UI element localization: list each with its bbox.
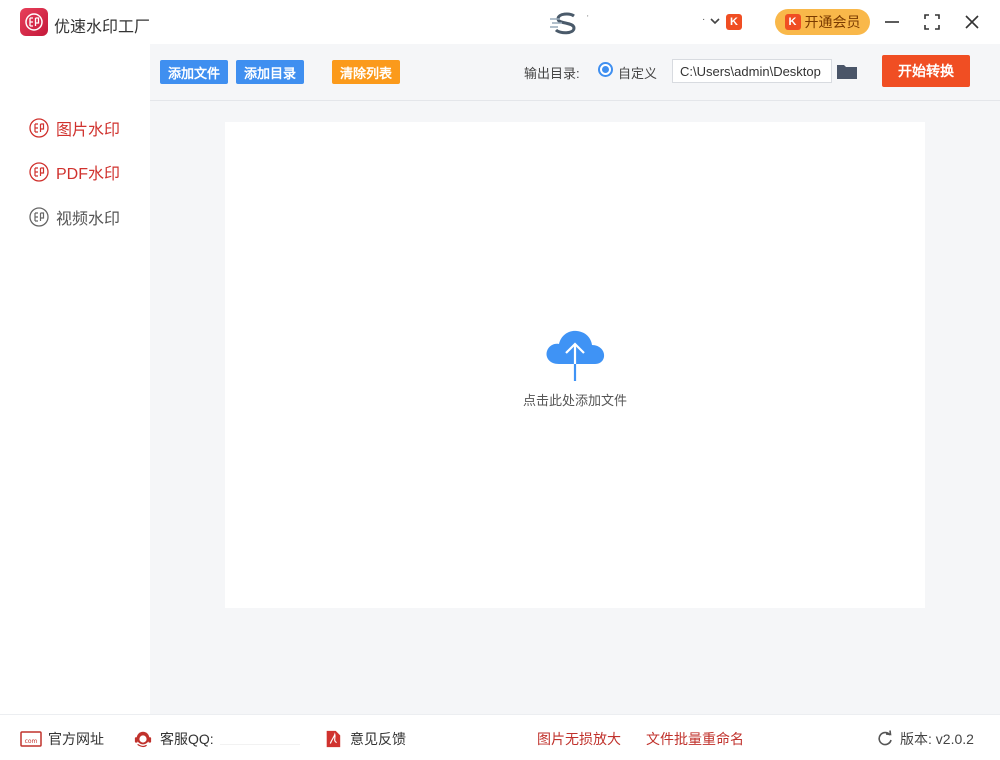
main-area: 添加文件 添加目录 清除列表 输出目录: 自定义 开始转换 点击此处添加文件 xyxy=(150,44,1000,714)
svg-text:com: com xyxy=(25,738,38,745)
custom-radio-label[interactable]: 自定义 xyxy=(618,63,657,82)
version-info[interactable]: 版本: v2.0.2 xyxy=(876,729,974,749)
add-file-dropzone[interactable]: 点击此处添加文件 xyxy=(225,122,925,608)
add-directory-button[interactable]: 添加目录 xyxy=(236,60,305,84)
feedback-link[interactable]: 意见反馈 xyxy=(322,729,406,749)
k-badge-icon: K xyxy=(726,14,742,30)
folder-icon[interactable] xyxy=(836,62,858,80)
toolbar: 添加文件 添加目录 清除列表 输出目录: 自定义 开始转换 xyxy=(150,44,1000,101)
custom-radio[interactable] xyxy=(598,62,613,77)
version-label: 版本: v2.0.2 xyxy=(900,731,974,747)
dropzone-hint: 点击此处添加文件 xyxy=(522,393,627,408)
refresh-icon xyxy=(878,730,892,746)
vip-button[interactable]: K 开通会员 xyxy=(775,9,870,35)
brand-s-icon xyxy=(550,12,576,35)
app-title: 优速水印工厂 xyxy=(54,19,151,36)
app-logo-icon xyxy=(20,8,48,36)
seal-icon xyxy=(29,118,49,138)
image-upscale-link[interactable]: 图片无损放大 xyxy=(537,729,621,749)
minimize-icon[interactable] xyxy=(880,10,904,34)
feedback-label: 意见反馈 xyxy=(350,731,406,747)
website-icon: com xyxy=(20,731,42,747)
output-dir-label: 输出目录: xyxy=(524,66,580,81)
pdf-feedback-icon xyxy=(326,730,341,748)
sidebar-item-pdf-watermark[interactable]: PDF水印 xyxy=(28,160,120,184)
start-convert-button[interactable]: 开始转换 xyxy=(882,55,970,87)
vip-label: 开通会员 xyxy=(804,14,861,30)
headset-icon xyxy=(134,731,152,748)
account-name[interactable]: · xyxy=(702,14,705,25)
sidebar: 图片水印 PDF水印 视频水印 xyxy=(0,44,150,714)
qq-number-redacted xyxy=(219,733,300,745)
customer-qq[interactable]: 客服QQ: xyxy=(132,729,300,749)
footer: com 官方网址 客服QQ: 意见反馈 图片无损放大 文件批量重命名 版本: v… xyxy=(0,714,1000,760)
official-website-link[interactable]: com 官方网址 xyxy=(20,729,104,749)
title-bar: 优速水印工厂 ' · K K 开通会员 xyxy=(0,0,1000,44)
maximize-icon[interactable] xyxy=(920,10,944,34)
output-path-input[interactable] xyxy=(672,59,832,83)
seal-icon xyxy=(29,207,49,227)
sidebar-item-video-watermark[interactable]: 视频水印 xyxy=(28,205,120,229)
add-file-button[interactable]: 添加文件 xyxy=(160,60,229,84)
sidebar-item-label: PDF水印 xyxy=(56,166,121,183)
sidebar-item-label: 图片水印 xyxy=(56,122,121,139)
chevron-down-icon[interactable] xyxy=(708,14,722,28)
website-label: 官方网址 xyxy=(48,731,104,747)
close-icon[interactable] xyxy=(960,10,984,34)
clear-list-button[interactable]: 清除列表 xyxy=(332,60,401,84)
qq-label: 客服QQ: xyxy=(160,731,214,747)
sidebar-item-image-watermark[interactable]: 图片水印 xyxy=(28,116,120,140)
sidebar-item-label: 视频水印 xyxy=(56,211,121,228)
seal-icon xyxy=(29,162,49,182)
cloud-upload-icon xyxy=(546,330,605,381)
k-badge-icon: K xyxy=(784,14,801,30)
batch-rename-link[interactable]: 文件批量重命名 xyxy=(646,729,744,749)
brand-dot: ' xyxy=(587,14,589,23)
